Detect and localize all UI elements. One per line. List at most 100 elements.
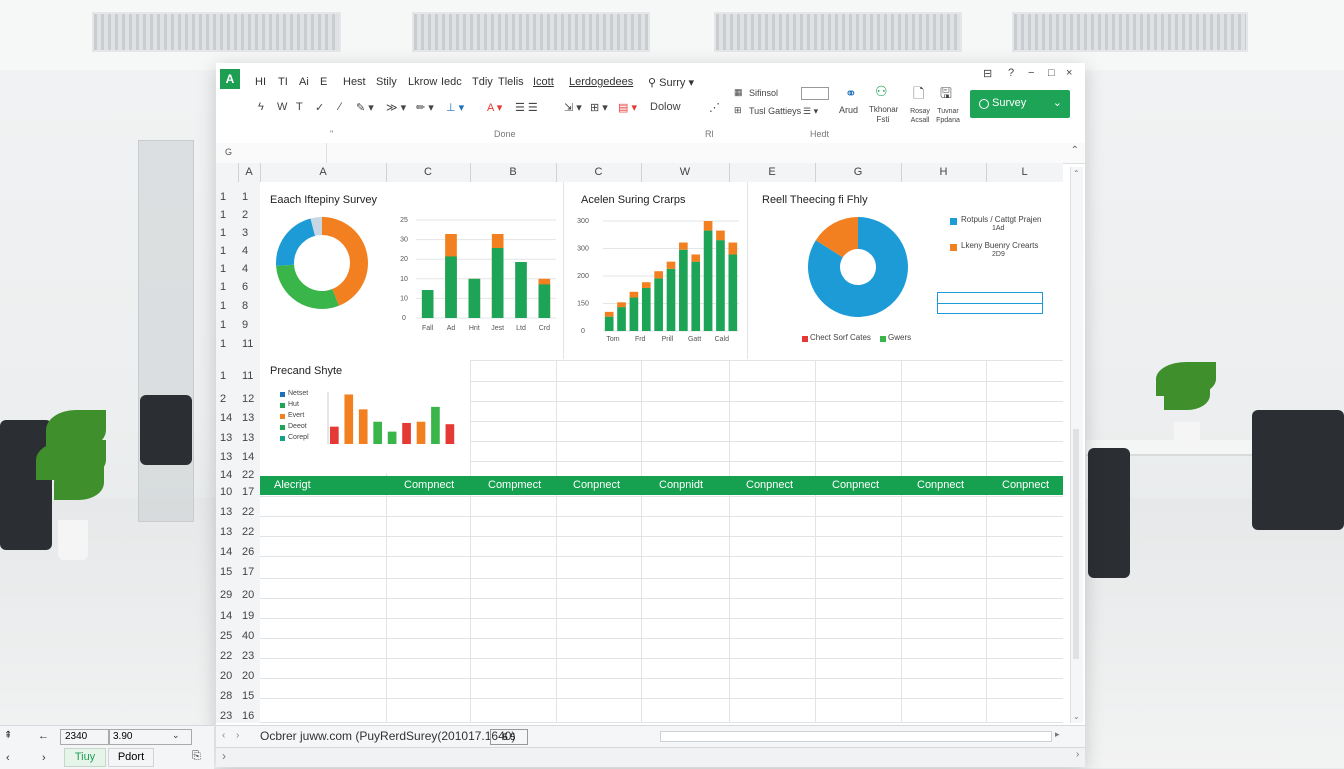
fill-color-icon[interactable]: ⊥ ▾ — [446, 101, 464, 114]
format-icon[interactable]: ≫ ▾ — [386, 101, 406, 114]
scroll-right-icon[interactable]: ▸ — [1055, 729, 1060, 740]
row-header[interactable]: 13 14 — [216, 451, 260, 469]
bold-icon[interactable]: ϟ — [258, 101, 264, 113]
column-header[interactable]: C — [556, 166, 641, 178]
help-icon[interactable]: ? — [1008, 67, 1014, 79]
bar[interactable] — [604, 311, 614, 317]
table-icon[interactable]: ▤ ▾ — [618, 101, 637, 114]
prev-sheet-icon[interactable]: ← — [38, 730, 49, 742]
column-title[interactable]: Alecrigt — [274, 479, 311, 491]
bar[interactable] — [604, 316, 614, 331]
ribbon-option[interactable]: Tuvnar Fpdana — [935, 107, 961, 125]
status-badge[interactable]: 5 5 — [490, 729, 528, 745]
column-title[interactable]: Conpnect — [746, 479, 793, 491]
bar-chart[interactable] — [320, 388, 460, 448]
selection-box[interactable] — [937, 303, 1043, 314]
menu-item[interactable]: Tdiy — [472, 76, 493, 88]
scroll-down-icon[interactable]: ⌄ — [1073, 712, 1080, 721]
scroll-right-icon[interactable]: › — [222, 749, 226, 763]
bar[interactable] — [538, 284, 551, 318]
row-header[interactable]: 11 — [216, 191, 260, 209]
menu-item[interactable]: Icott — [533, 76, 554, 88]
row-header[interactable]: 28 15 — [216, 690, 260, 708]
maximize-icon[interactable]: □ — [1048, 67, 1055, 79]
column-title[interactable]: Conpnect — [832, 479, 879, 491]
app-logo-icon[interactable]: A — [220, 69, 240, 89]
column-title[interactable]: Conpnect — [917, 479, 964, 491]
bar[interactable] — [641, 287, 651, 331]
collapse-icon[interactable]: ⌃ — [1071, 145, 1079, 156]
pie-slice[interactable] — [276, 264, 339, 309]
name-box[interactable]: G — [225, 147, 232, 157]
row-header[interactable]: 14 22 — [216, 469, 260, 487]
user-icon[interactable]: ⚇ — [875, 83, 888, 100]
ribbon-option[interactable]: Arud — [839, 105, 858, 115]
more-icon[interactable]: ⋰ — [709, 101, 720, 114]
bar[interactable] — [629, 291, 639, 298]
bar[interactable] — [491, 248, 504, 318]
row-header[interactable]: 14 13 — [216, 412, 260, 430]
row-header[interactable]: 14 26 — [216, 546, 260, 564]
column-title[interactable]: Conpnect — [1002, 479, 1049, 491]
bar[interactable] — [679, 249, 688, 331]
brush-icon[interactable]: ✎ ▾ — [356, 101, 374, 114]
donut-chart[interactable] — [274, 215, 374, 315]
tab-active[interactable]: Tiuy — [64, 748, 106, 767]
row-header[interactable]: 14 19 — [216, 610, 260, 628]
row-header[interactable]: 14 — [216, 245, 260, 263]
row-header[interactable]: 13 22 — [216, 506, 260, 524]
next-icon[interactable]: › — [236, 730, 239, 741]
survey-button[interactable]: Survey ⌄ — [970, 90, 1070, 118]
align-icon[interactable]: ☰ ▾ — [803, 106, 818, 117]
row-header[interactable]: 18 — [216, 300, 260, 318]
pie-chart[interactable] — [806, 215, 910, 319]
borders-icon[interactable]: ⊞ ▾ — [590, 101, 608, 114]
bar[interactable] — [515, 262, 527, 318]
column-header[interactable]: A — [260, 166, 386, 178]
bar[interactable] — [445, 256, 457, 318]
menu-item[interactable]: Ai — [299, 76, 309, 88]
bar-chart[interactable]: 25 30 20 10 10 0 Fall Ad Hrit Jest Ltd Crd — [396, 214, 560, 340]
vertical-scrollbar[interactable]: ⌃ ⌄ — [1070, 167, 1083, 723]
bar[interactable] — [679, 242, 688, 250]
menu-item[interactable]: Stily — [376, 76, 397, 88]
table-icon[interactable]: ▦ — [734, 87, 743, 98]
bar[interactable] — [468, 278, 481, 318]
row2-text[interactable]: Dolow — [650, 101, 681, 113]
row-header[interactable]: 15 17 — [216, 566, 260, 584]
tab[interactable]: Pdort — [108, 748, 154, 767]
scroll-up-icon[interactable]: ⌃ — [1073, 169, 1080, 178]
row-header[interactable]: 20 20 — [216, 670, 260, 688]
row-header[interactable]: 16 — [216, 281, 260, 299]
column-header[interactable]: A — [238, 166, 260, 178]
row-header[interactable]: 1 11 — [216, 370, 260, 388]
row-header[interactable]: 14 — [216, 263, 260, 281]
ribbon-option[interactable]: Sifinsol — [749, 88, 778, 98]
bar[interactable] — [629, 297, 639, 331]
scroll-thumb[interactable] — [1073, 429, 1079, 659]
bar[interactable] — [358, 409, 368, 444]
bar[interactable] — [421, 290, 434, 318]
bar[interactable] — [445, 424, 455, 444]
document-icon[interactable]: 🗋 — [913, 83, 924, 107]
ribbon-option[interactable]: Tkhonar Fsti — [869, 105, 898, 125]
value-box[interactable] — [801, 87, 829, 100]
row-header[interactable]: 1 11 — [216, 338, 260, 356]
bar[interactable] — [617, 302, 626, 308]
horizontal-scrollbar[interactable] — [660, 731, 1052, 742]
column-header[interactable]: G — [815, 166, 901, 178]
underline-icon[interactable]: T — [296, 101, 303, 113]
font-color-icon[interactable]: A ▾ — [487, 101, 502, 114]
bar[interactable] — [666, 268, 676, 331]
bar[interactable] — [641, 282, 651, 288]
bar[interactable] — [728, 254, 738, 331]
bar[interactable] — [387, 431, 397, 444]
menu-item[interactable]: Lerdogedees — [569, 76, 633, 88]
column-header[interactable]: H — [901, 166, 986, 178]
column-header[interactable]: B — [470, 166, 556, 178]
pencil-icon[interactable]: ∕ — [339, 101, 341, 113]
stacked-bar-chart[interactable]: 300 300 200 150 0 Tom Frd Prill Gatt Cald — [569, 215, 741, 341]
row-header[interactable]: 10 17 — [216, 486, 260, 504]
bar[interactable] — [373, 421, 382, 444]
bar[interactable] — [654, 278, 663, 331]
